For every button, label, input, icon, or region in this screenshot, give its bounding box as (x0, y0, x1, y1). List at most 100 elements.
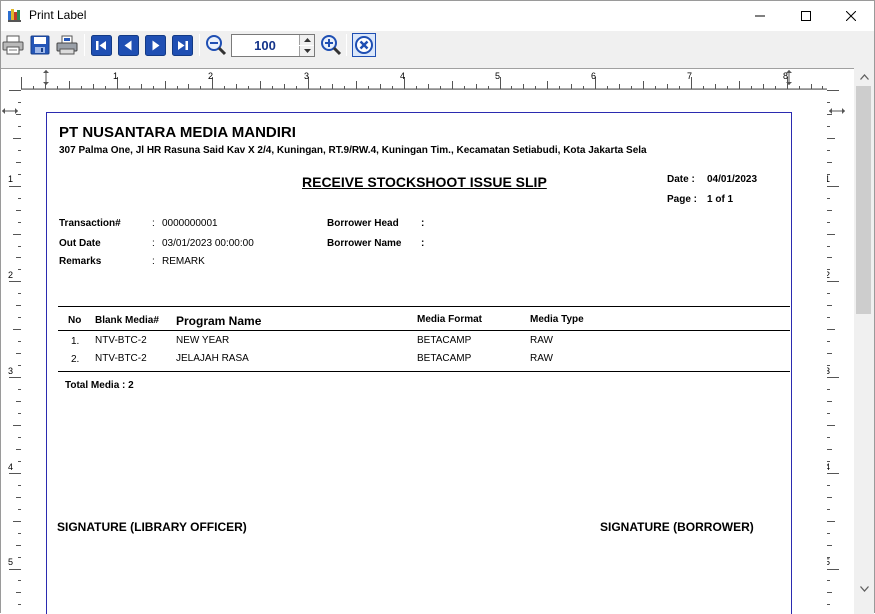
ruler-label: 2 (8, 270, 14, 280)
spin-down-icon (303, 49, 311, 53)
vertical-scrollbar[interactable] (854, 68, 874, 614)
close-icon (846, 11, 856, 21)
row-no: 2. (71, 354, 80, 365)
zoom-out-button[interactable] (204, 33, 228, 57)
total-media: Total Media : 2 (65, 380, 134, 391)
table-header-media-type: Media Type (530, 314, 584, 325)
signature-borrower: SIGNATURE (BORROWER) (600, 520, 754, 534)
next-page-icon (144, 34, 166, 56)
ruler-label: 7 (687, 71, 693, 81)
close-preview-button[interactable] (352, 33, 376, 57)
colon: : (421, 218, 425, 229)
toolbar: 100 (1, 31, 874, 61)
row-media-type: RAW (530, 335, 553, 346)
date-value: 04/01/2023 (707, 174, 758, 185)
company-name: PT NUSANTARA MEDIA MANDIRI (59, 124, 296, 141)
first-page-button[interactable] (89, 33, 113, 57)
horizontal-ruler: 1 2 3 4 5 6 7 8 (21, 69, 827, 90)
zoom-value: 100 (254, 38, 276, 53)
maximize-icon (801, 11, 811, 21)
printer-setup-button[interactable] (55, 33, 79, 57)
remarks-label: Remarks (59, 256, 102, 267)
ruler-label: 4 (8, 462, 14, 472)
close-button[interactable] (828, 1, 874, 31)
remarks-value: REMARK (162, 256, 205, 267)
first-page-icon (90, 34, 112, 56)
floppy-disk-icon (30, 35, 50, 55)
toolbar-separator (346, 34, 347, 56)
table-header-media-format: Media Format (417, 314, 483, 325)
ruler-label: 1 (113, 71, 119, 81)
minimize-icon (755, 15, 765, 17)
maximize-button[interactable] (783, 1, 829, 31)
colon: : (152, 256, 155, 267)
zoom-spin-down[interactable] (299, 46, 314, 56)
row-no: 1. (71, 336, 80, 347)
row-media-format: BETACAMP (417, 353, 472, 364)
transaction-label: Transaction# (59, 218, 121, 229)
colon: : (152, 238, 155, 249)
ruler-label: 4 (400, 71, 406, 81)
out-date-label: Out Date (59, 238, 101, 249)
printer-icon (2, 35, 24, 55)
previous-page-button[interactable] (116, 33, 140, 57)
ruler-label: 2 (208, 71, 214, 81)
ruler-label: 3 (8, 366, 14, 376)
previous-page-icon (117, 34, 139, 56)
row-media-format: BETACAMP (417, 335, 472, 346)
date-label: Date : (667, 174, 695, 185)
scroll-up-button[interactable] (854, 68, 874, 85)
save-button[interactable] (28, 33, 52, 57)
report-page: PT NUSANTARA MEDIA MANDIRI 307 Palma One… (21, 90, 827, 614)
borrower-head-label: Borrower Head (327, 218, 399, 229)
out-date-value: 03/01/2023 00:00:00 (162, 238, 254, 249)
row-blank-media: NTV-BTC-2 (95, 335, 147, 346)
ruler-label: 5 (8, 557, 14, 567)
table-bottom-rule (58, 371, 790, 372)
minimize-button[interactable] (737, 1, 783, 31)
app-icon (8, 8, 22, 22)
row-blank-media: NTV-BTC-2 (95, 353, 147, 364)
zoom-in-icon (321, 35, 342, 56)
ruler-ticks (2, 90, 21, 605)
chevron-down-icon (859, 585, 869, 592)
printer-setup-icon (56, 35, 78, 55)
report-title: RECEIVE STOCKSHOOT ISSUE SLIP (302, 174, 547, 190)
zoom-in-button[interactable] (319, 33, 343, 57)
row-media-type: RAW (530, 353, 553, 364)
left-vertical-ruler: 1 2 3 4 5 (1, 90, 21, 614)
title-bar: Print Label (1, 1, 874, 31)
close-circle-icon (352, 33, 376, 57)
table-header-blank-media: Blank Media# (95, 315, 159, 326)
colon: : (421, 238, 425, 249)
page-value: 1 of 1 (707, 194, 734, 205)
chevron-up-icon (859, 73, 869, 80)
print-label-window: Print Label 100 1 2 3 4 5 6 7 8 1 2 3 4 … (0, 0, 875, 614)
company-address: 307 Palma One, Jl HR Rasuna Said Kav X 2… (59, 145, 647, 156)
window-title: Print Label (29, 8, 87, 22)
ruler-label: 6 (591, 71, 597, 81)
transaction-value: 0000000001 (162, 218, 218, 229)
ruler-ticks (21, 70, 827, 90)
next-page-button[interactable] (143, 33, 167, 57)
ruler-label: 8 (783, 71, 789, 81)
scroll-down-button[interactable] (854, 580, 874, 597)
table-header-no: No (68, 315, 82, 326)
signature-library-officer: SIGNATURE (LIBRARY OFFICER) (57, 520, 247, 534)
table-top-rule (58, 306, 790, 307)
ruler-label: 3 (304, 71, 310, 81)
colon: : (152, 218, 155, 229)
print-button[interactable] (1, 33, 25, 57)
ruler-label: 1 (8, 174, 14, 184)
last-page-icon (171, 34, 193, 56)
row-program-name: JELAJAH RASA (176, 353, 249, 364)
zoom-out-icon (206, 35, 227, 56)
borrower-name-label: Borrower Name (327, 238, 402, 249)
zoom-spin-up[interactable] (299, 35, 314, 45)
scroll-thumb[interactable] (856, 86, 871, 314)
report-preview-area[interactable]: 1 2 3 4 5 6 7 8 1 2 3 4 5 1 2 3 4 5 PT N… (1, 68, 854, 614)
right-vertical-ruler: 1 2 3 4 5 (825, 90, 854, 614)
toolbar-separator (199, 34, 200, 56)
zoom-input[interactable]: 100 (231, 34, 315, 57)
last-page-button[interactable] (170, 33, 194, 57)
